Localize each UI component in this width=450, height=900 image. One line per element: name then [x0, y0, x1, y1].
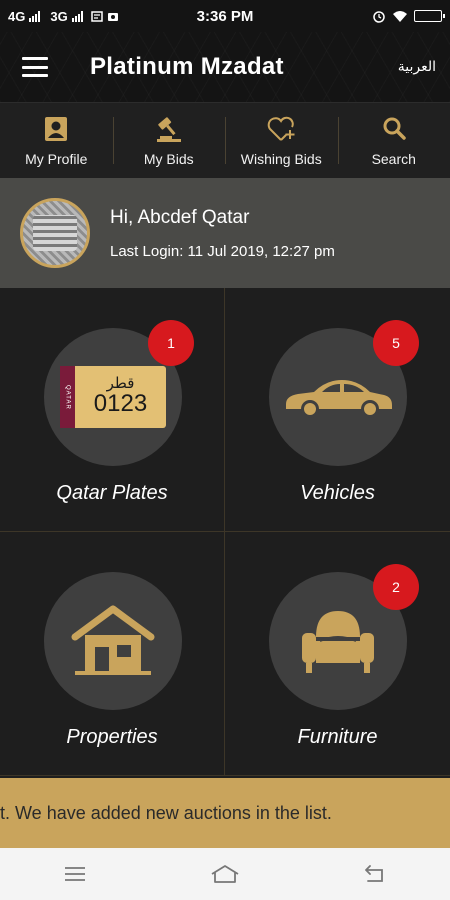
status-time: 3:36 PM: [196, 7, 254, 25]
camera-icon: [107, 13, 118, 21]
network-type-3g: 3G: [50, 8, 68, 24]
ticker-text: ut. We have added new auctions in the li…: [0, 802, 332, 823]
plate-arabic: قطر: [106, 374, 135, 393]
category-qatar-plates[interactable]: QATAR قطر 0123 1 Qatar Plates: [0, 288, 225, 532]
status-right: [282, 9, 445, 23]
count-badge: 2: [373, 564, 419, 610]
welcome-panel: Hi, Abcdef Qatar Last Login: 11 Jul 2019…: [0, 178, 450, 288]
nav-search[interactable]: Search: [337, 103, 450, 178]
nav-label: Wishing Bids: [240, 150, 322, 167]
hamburger-menu-icon[interactable]: [22, 57, 48, 77]
car-icon: [286, 380, 392, 418]
nav-label: My Bids: [143, 150, 194, 167]
category-properties[interactable]: Properties: [0, 532, 225, 776]
profile-icon: [45, 116, 68, 141]
gavel-icon: [156, 116, 181, 142]
nav-label: Search: [371, 150, 416, 167]
signal-icon: [29, 10, 41, 22]
welcome-text: Hi, Abcdef Qatar Last Login: 11 Jul 2019…: [110, 207, 335, 260]
nav-wishing-bids[interactable]: Wishing Bids: [225, 103, 338, 178]
quick-nav: My Profile My Bids Wishing Bids Search: [0, 102, 450, 178]
status-bar: 4G 3G 3:36 PM: [0, 0, 450, 32]
app-bar: Platinum Mzadat العربية: [0, 32, 450, 102]
language-toggle[interactable]: العربية: [398, 59, 436, 75]
category-label: Qatar Plates: [56, 482, 168, 504]
notification-icon: [90, 11, 103, 22]
news-ticker[interactable]: ut. We have added new auctions in the li…: [0, 778, 450, 848]
category-label: Furniture: [297, 726, 378, 748]
nav-my-profile[interactable]: My Profile: [0, 103, 113, 178]
last-login: Last Login: 11 Jul 2019, 12:27 pm: [110, 242, 335, 260]
category-grid: QATAR قطر 0123 1 Qatar Plates 5 Vehicles: [0, 288, 450, 778]
count-badge: 1: [148, 320, 194, 366]
alarm-icon: [373, 11, 385, 23]
system-nav-bar: [0, 848, 450, 900]
house-icon: [71, 605, 155, 675]
home-icon[interactable]: [205, 854, 245, 894]
category-label: Properties: [66, 726, 158, 748]
plate-number: 0123: [93, 390, 148, 418]
count-badge: 5: [373, 320, 419, 366]
heart-plus-icon: [267, 116, 295, 141]
tile-icon-circle: [44, 572, 182, 710]
status-left: 4G 3G: [8, 9, 168, 24]
greeting: Hi, Abcdef Qatar: [110, 206, 250, 228]
plate-body: قطر 0123: [75, 366, 166, 428]
plate-side: QATAR: [60, 366, 75, 428]
battery-icon: [414, 10, 445, 22]
category-furniture[interactable]: 2 Furniture: [225, 532, 450, 776]
wifi-icon: [393, 11, 407, 22]
back-icon[interactable]: [355, 854, 395, 894]
search-icon: [383, 117, 406, 140]
app-title: Platinum Mzadat: [90, 53, 284, 80]
avatar[interactable]: [20, 198, 90, 268]
network-type-4g: 4G: [8, 8, 26, 24]
category-vehicles[interactable]: 5 Vehicles: [225, 288, 450, 532]
nav-my-bids[interactable]: My Bids: [112, 103, 226, 178]
category-label: Vehicles: [300, 482, 375, 504]
nav-label: My Profile: [25, 150, 88, 167]
armchair-icon: [302, 611, 374, 673]
recents-icon[interactable]: [55, 854, 95, 894]
signal-icon-2: [71, 10, 83, 22]
license-plate-icon: QATAR قطر 0123: [60, 366, 166, 428]
